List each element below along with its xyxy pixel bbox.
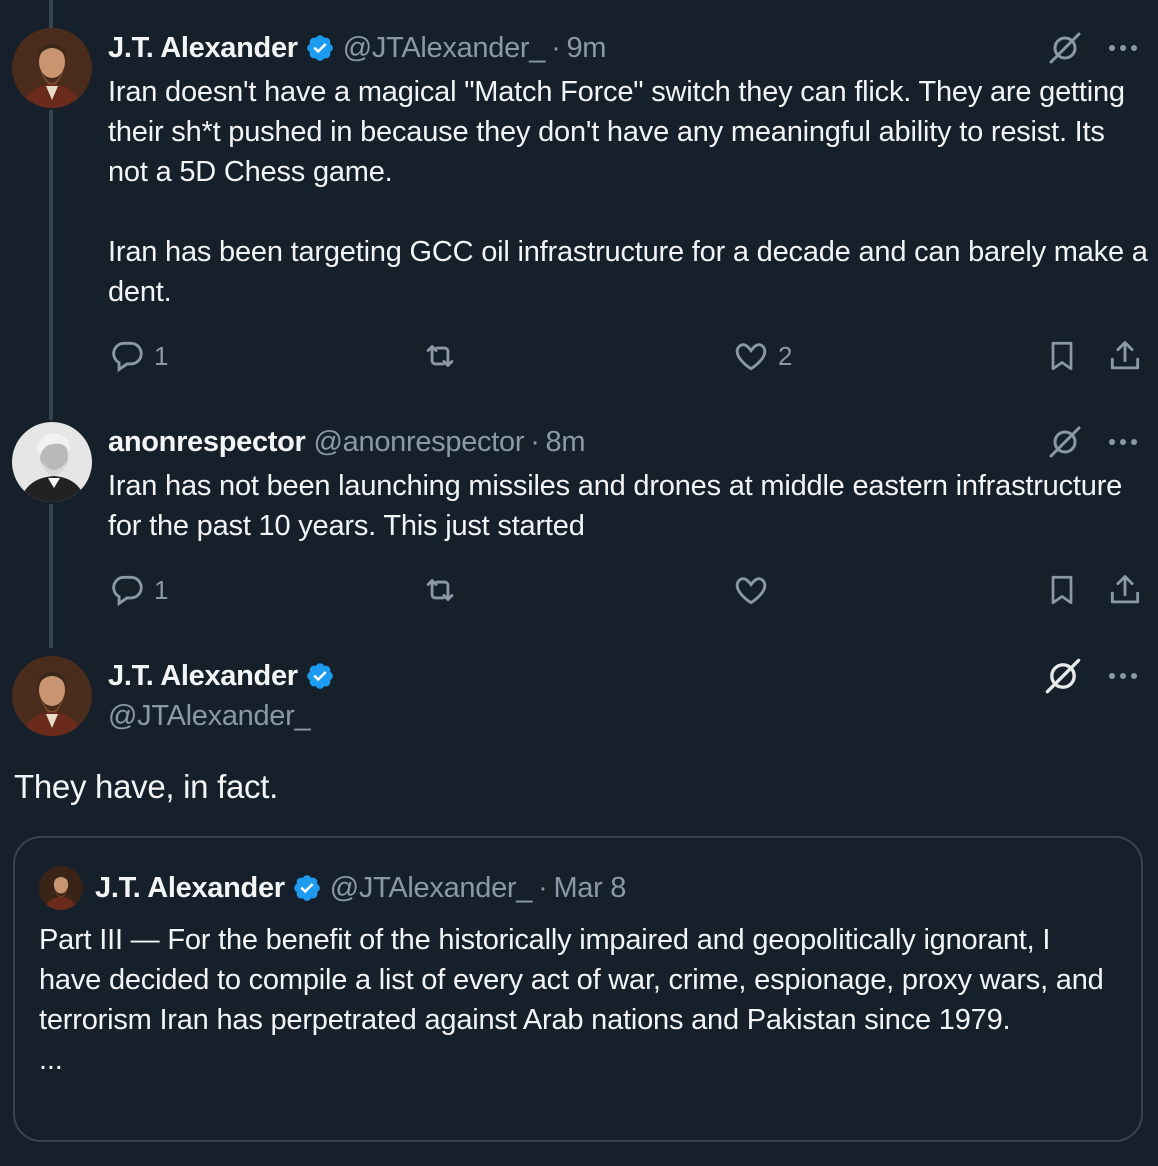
reply-icon (112, 575, 143, 607)
repost-button[interactable] (420, 570, 460, 610)
tweet-header: J.T. Alexander @JTAlexander_ · 9m (108, 28, 606, 68)
like-icon (735, 577, 767, 605)
quoted-more-ellipsis: ... (39, 1044, 63, 1076)
timestamp[interactable]: 8m (546, 426, 586, 459)
reply-button[interactable]: 1 (108, 336, 168, 376)
verified-badge-icon (305, 33, 335, 63)
share-button[interactable] (1106, 336, 1144, 376)
quoted-avatar (39, 866, 83, 910)
quoted-tweet-text: Part III — For the benefit of the histor… (39, 920, 1119, 1080)
reply-count: 1 (154, 574, 169, 605)
tweet-top-actions (1048, 28, 1138, 68)
separator-dot: · (538, 871, 548, 904)
tweet-paragraph: Iran doesn't have a magical "Match Force… (108, 76, 1125, 188)
share-button[interactable] (1106, 570, 1144, 610)
bookmark-icon (1051, 341, 1073, 371)
reply-button[interactable]: 1 (108, 570, 168, 610)
display-name: J.T. Alexander (95, 871, 285, 904)
display-name[interactable]: anonrespector (108, 426, 306, 459)
share-icon (1110, 341, 1140, 370)
quoted-paragraph: Part III — For the benefit of the histor… (39, 924, 1104, 1036)
repost-button[interactable] (420, 336, 460, 376)
tweet-anonrespector-reply[interactable]: anonrespector @anonrespector · 8m Iran h… (0, 420, 1158, 650)
quoted-tweet-header: J.T. Alexander @JTAlexander_ · Mar 8 (39, 866, 627, 910)
repost-icon (426, 579, 454, 601)
tweet-paragraph: Iran has not been launching missiles and… (108, 470, 1123, 542)
bookmark-icon (1051, 575, 1073, 605)
reply-count: 1 (154, 340, 169, 371)
like-button[interactable] (732, 570, 770, 610)
grok-icon[interactable] (1048, 31, 1082, 65)
handle[interactable]: @JTAlexander_ (343, 32, 546, 65)
separator-dot: · (530, 425, 540, 458)
quoted-tweet-card[interactable]: J.T. Alexander @JTAlexander_ · Mar 8 Par… (13, 836, 1143, 1142)
tweet-header: J.T. Alexander (108, 656, 335, 696)
share-icon (1110, 575, 1140, 604)
avatar[interactable] (12, 656, 92, 736)
timestamp: Mar 8 (553, 871, 627, 904)
tweet-top-actions (1048, 422, 1138, 462)
more-options-icon[interactable] (1108, 44, 1138, 52)
bookmark-button[interactable] (1044, 336, 1080, 376)
avatar[interactable] (12, 28, 92, 108)
tweet-paragraph: Iran has been targeting GCC oil infrastr… (108, 236, 1148, 308)
more-options-icon[interactable] (1108, 672, 1138, 680)
timestamp[interactable]: 9m (566, 32, 606, 65)
separator-dot: · (551, 31, 561, 64)
tweet-jtalexander-reply[interactable]: J.T. Alexander @JTAlexander_ · 9m Iran d… (0, 0, 1158, 420)
tweet-top-actions (1044, 656, 1138, 696)
grok-icon[interactable] (1048, 425, 1082, 459)
bookmark-button[interactable] (1044, 570, 1080, 610)
display-name[interactable]: J.T. Alexander (108, 660, 298, 693)
more-options-icon[interactable] (1108, 438, 1138, 446)
handle[interactable]: @JTAlexander_ (108, 696, 311, 736)
repost-icon (426, 345, 454, 367)
display-name[interactable]: J.T. Alexander (108, 32, 298, 65)
like-button[interactable]: 2 (732, 336, 792, 376)
tweet-text: They have, in fact. (14, 768, 278, 805)
reply-icon (112, 341, 143, 373)
tweet-text: Iran doesn't have a magical "Match Force… (108, 72, 1148, 312)
handle[interactable]: @anonrespector (314, 426, 525, 459)
tweet-action-bar: 1 2 (108, 336, 1148, 376)
tweet-text: Iran has not been launching missiles and… (108, 466, 1148, 546)
like-count: 2 (778, 340, 793, 371)
tweet-header: anonrespector @anonrespector · 8m (108, 422, 586, 462)
grok-icon[interactable] (1044, 657, 1082, 695)
avatar[interactable] (12, 422, 92, 502)
like-icon (735, 343, 767, 371)
tweet-action-bar: 1 (108, 570, 1148, 610)
verified-badge-icon (292, 873, 322, 903)
verified-badge-icon (305, 661, 335, 691)
conversation-thread: J.T. Alexander @JTAlexander_ · 9m Iran d… (0, 0, 1158, 1166)
handle: @JTAlexander_ (329, 871, 533, 904)
